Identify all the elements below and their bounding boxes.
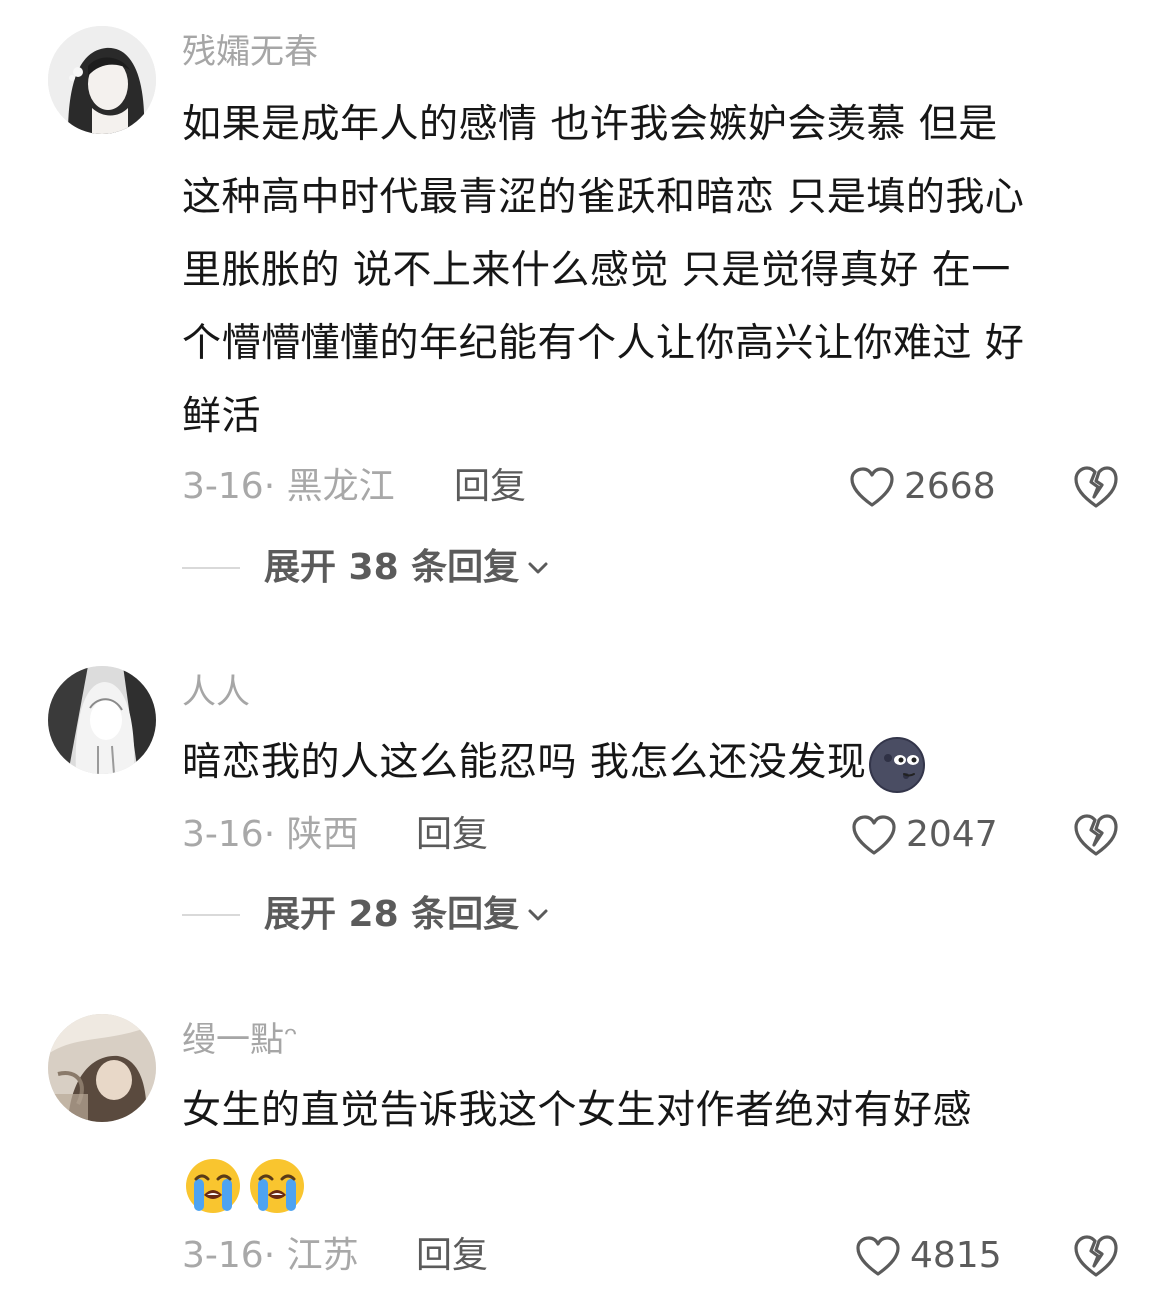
avatar[interactable]	[48, 666, 156, 774]
comment-text-line: 如果是成年人的感情 也许我会嫉妒会羡慕 但是	[182, 102, 998, 147]
chevron-down-icon	[528, 909, 548, 921]
reply-button[interactable]: 回复	[416, 1234, 488, 1278]
comment-text: 女生的直觉告诉我这个女生对作者绝对有好感	[182, 1074, 1132, 1220]
avatar[interactable]	[48, 26, 156, 134]
expand-replies-label: 展开 38 条回复	[264, 547, 520, 588]
expand-replies-button[interactable]: 展开 38 条回复	[182, 546, 551, 590]
username[interactable]: 人人	[182, 672, 250, 712]
username[interactable]: 残孀无春	[182, 32, 318, 72]
like-button[interactable]: 2668	[848, 465, 996, 509]
dislike-button[interactable]	[1072, 811, 1120, 859]
divider	[182, 567, 240, 569]
avatar-image	[48, 1014, 156, 1122]
like-button[interactable]: 2047	[850, 813, 998, 857]
comment-text: 暗恋我的人这么能忍吗 我怎么还没发现	[182, 726, 1132, 799]
comment-text-line: 女生的直觉告诉我这个女生对作者绝对有好感	[182, 1088, 973, 1133]
comment-text-line: 暗恋我的人这么能忍吗 我怎么还没发现	[182, 726, 1132, 799]
heart-icon	[852, 815, 896, 855]
comment-text-line: 个懵懵懂懂的年纪能有个人让你高兴让你难过 好	[182, 321, 1025, 366]
heart-icon	[856, 1236, 900, 1276]
loudly-crying-face-icon	[250, 1158, 304, 1213]
broken-heart-icon	[1074, 814, 1118, 856]
avatar-image	[48, 26, 156, 134]
expand-replies-button[interactable]: 展开 28 条回复	[182, 893, 551, 937]
heart-icon	[850, 467, 894, 507]
divider	[182, 914, 240, 916]
comment-text-line: 里胀胀的 说不上来什么感觉 只是觉得真好 在一	[182, 248, 1011, 293]
like-count: 2668	[904, 466, 996, 507]
reply-button[interactable]: 回复	[454, 465, 526, 509]
like-count: 4815	[910, 1235, 1002, 1276]
loudly-crying-face-icon	[186, 1158, 240, 1213]
emoji-row	[182, 1147, 1132, 1220]
broken-heart-icon	[1074, 466, 1118, 508]
comment-text: 如果是成年人的感情 也许我会嫉妒会羡慕 但是 这种高中时代最青涩的雀跃和暗恋 只…	[182, 88, 1132, 453]
comment-meta: 3-16· 陕西	[182, 814, 359, 855]
comment-text-content: 暗恋我的人这么能忍吗 我怎么还没发现	[182, 740, 867, 785]
comment-text-line: 鲜活	[182, 394, 262, 439]
comment-meta: 3-16· 黑龙江	[182, 466, 395, 507]
comment-text-line: 这种高中时代最青涩的雀跃和暗恋 只是填的我心	[182, 175, 1025, 220]
username[interactable]: 缦一點ᵔ	[182, 1020, 298, 1060]
new-moon-face-icon	[869, 736, 926, 793]
avatar[interactable]	[48, 1014, 156, 1122]
reply-button[interactable]: 回复	[416, 813, 488, 857]
expand-replies-label: 展开 28 条回复	[264, 894, 520, 935]
dislike-button[interactable]	[1072, 1232, 1120, 1280]
chevron-down-icon	[528, 562, 548, 574]
like-count: 2047	[906, 814, 998, 855]
broken-heart-icon	[1074, 1235, 1118, 1277]
dislike-button[interactable]	[1072, 463, 1120, 511]
like-button[interactable]: 4815	[854, 1234, 1002, 1278]
comment-meta: 3-16· 江苏	[182, 1235, 359, 1276]
avatar-image	[48, 666, 156, 774]
